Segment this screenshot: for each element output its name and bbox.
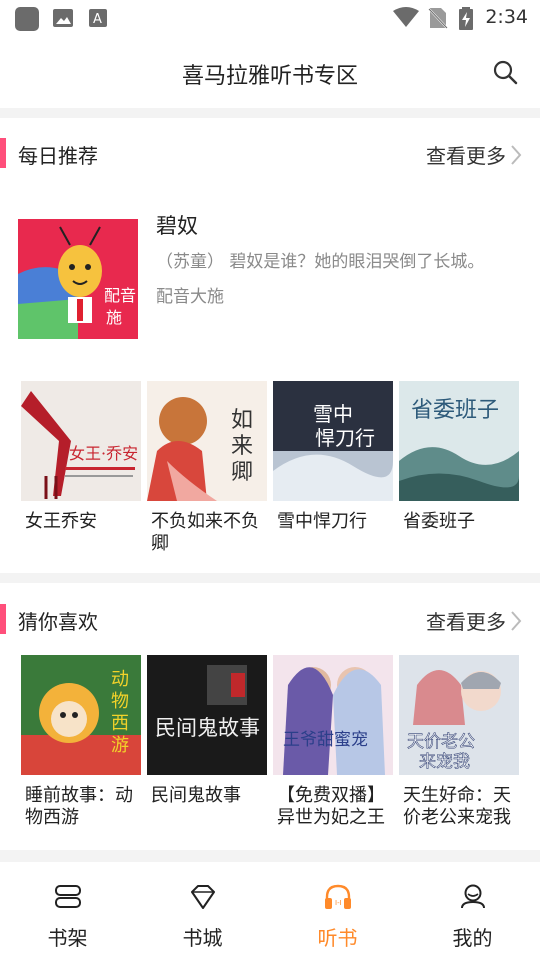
- book-card[interactable]: 女王·乔安 女王乔安: [21, 381, 141, 533]
- search-icon[interactable]: [492, 59, 518, 89]
- section-accent-bar: [0, 604, 6, 634]
- book-title: 雪中悍刀行: [277, 511, 367, 532]
- view-more-button[interactable]: 查看更多: [426, 606, 522, 635]
- svg-text:施: 施: [106, 308, 122, 327]
- svg-text:A: A: [93, 12, 102, 27]
- section-title: 每日推荐: [18, 144, 98, 168]
- svg-text:I-I: I-I: [335, 899, 342, 907]
- view-more-label: 查看更多: [426, 610, 506, 634]
- book-title: 睡前故事：动物西游: [25, 785, 133, 828]
- diamond-icon: [190, 885, 215, 909]
- svg-text:王爷甜蜜宠: 王爷甜蜜宠: [283, 730, 368, 750]
- book-cover: 民间鬼故事: [147, 655, 267, 775]
- bookshelf-icon: [54, 885, 81, 908]
- book-title: 民间鬼故事: [151, 785, 241, 806]
- svg-text:女王·乔安: 女王·乔安: [69, 444, 138, 463]
- chevron-right-icon: [511, 144, 522, 165]
- book-card[interactable]: 民间鬼故事 民间鬼故事: [147, 655, 267, 807]
- book-cover: 天价老公 来宠我: [399, 655, 519, 775]
- status-time: 2:34: [485, 6, 528, 28]
- featured-author: 配音大施: [156, 287, 224, 307]
- book-cover: 省委班子: [399, 381, 519, 501]
- person-icon: [460, 884, 485, 909]
- battery-charging-icon: [458, 7, 474, 35]
- book-card[interactable]: 天价老公 来宠我 天生好命：天价老公来宠我: [399, 655, 519, 829]
- book-title: 【免费双播】异世为妃之王: [277, 785, 385, 828]
- book-card[interactable]: 动 物 西 游 睡前故事：动物西游: [21, 655, 141, 829]
- section-accent-bar: [0, 138, 6, 168]
- section-title: 猜你喜欢: [18, 610, 98, 634]
- book-cover: 女王·乔安: [21, 381, 141, 501]
- tab-label: 书城: [182, 926, 223, 950]
- bottom-tab-bar: 书架 书城 I-I 听书 我的: [0, 862, 540, 960]
- divider: [0, 850, 540, 862]
- tab-profile[interactable]: 我的: [405, 862, 540, 960]
- svg-text:来宠我: 来宠我: [419, 752, 470, 772]
- svg-text:卿: 卿: [231, 460, 253, 485]
- view-more-label: 查看更多: [426, 144, 506, 168]
- featured-cover: 配音 施: [18, 219, 138, 339]
- svg-text:天价老公: 天价老公: [407, 732, 475, 752]
- svg-text:游: 游: [111, 735, 129, 756]
- book-cover: 动 物 西 游: [21, 655, 141, 775]
- headphones-icon: I-I: [324, 884, 351, 909]
- svg-text:动: 动: [111, 669, 129, 690]
- status-bar: A 2:34: [0, 0, 540, 36]
- featured-cover-text: 配音: [104, 286, 136, 305]
- svg-text:如: 如: [231, 408, 253, 433]
- tab-bookstore[interactable]: 书城: [135, 862, 270, 960]
- book-card[interactable]: 如 来 卿 不负如来不负卿: [147, 381, 267, 555]
- tab-audiobooks[interactable]: I-I 听书: [270, 862, 405, 960]
- wifi-icon: [392, 7, 420, 33]
- divider: [0, 108, 540, 118]
- book-card[interactable]: 省委班子 省委班子: [399, 381, 519, 533]
- app-square-icon: [14, 7, 40, 35]
- view-more-button[interactable]: 查看更多: [426, 140, 522, 169]
- book-title: 女王乔安: [25, 511, 97, 532]
- tab-label: 书架: [47, 926, 88, 950]
- tab-bookshelf[interactable]: 书架: [0, 862, 135, 960]
- book-cover: 雪中 悍刀行: [273, 381, 393, 501]
- tab-label: 我的: [452, 926, 493, 950]
- svg-text:来: 来: [231, 434, 253, 459]
- svg-text:省委班子: 省委班子: [411, 398, 499, 423]
- book-title: 不负如来不负卿: [151, 511, 259, 554]
- svg-text:雪中: 雪中: [313, 402, 353, 426]
- tab-label: 听书: [317, 926, 358, 950]
- svg-text:物: 物: [111, 691, 129, 712]
- book-cover: 王爷甜蜜宠: [273, 655, 393, 775]
- featured-title: 碧奴: [156, 214, 198, 238]
- chevron-right-icon: [511, 610, 522, 631]
- no-sim-icon: [428, 7, 448, 33]
- divider: [0, 573, 540, 583]
- svg-text:西: 西: [111, 713, 129, 734]
- book-title: 省委班子: [403, 511, 475, 532]
- image-icon: [52, 7, 74, 33]
- svg-text:民间鬼故事: 民间鬼故事: [155, 716, 260, 740]
- book-card[interactable]: 王爷甜蜜宠 【免费双播】异世为妃之王: [273, 655, 393, 829]
- book-title: 天生好命：天价老公来宠我: [403, 785, 511, 828]
- featured-description: （苏童） 碧奴是谁？她的眼泪哭倒了长城。: [156, 252, 485, 272]
- book-card[interactable]: 雪中 悍刀行 雪中悍刀行: [273, 381, 393, 533]
- svg-text:悍刀行: 悍刀行: [315, 426, 375, 450]
- book-cover: 如 来 卿: [147, 381, 267, 501]
- app-header: 喜马拉雅听书专区: [0, 36, 540, 108]
- page-title: 喜马拉雅听书专区: [181, 64, 358, 89]
- font-icon: A: [88, 7, 110, 33]
